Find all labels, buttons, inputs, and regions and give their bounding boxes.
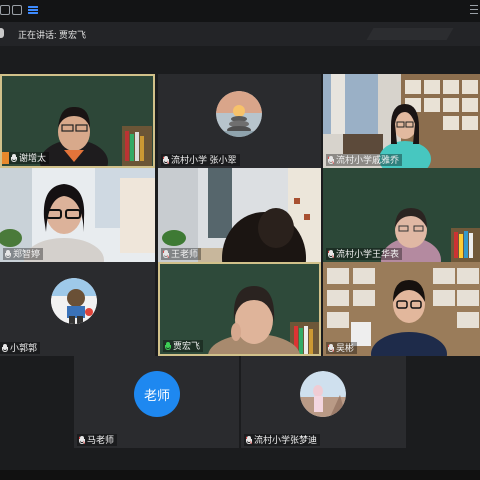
participant-name: 流村小学张梦迪 [254,435,318,445]
mic-on-icon [2,343,8,353]
participant-label: 流村小学张梦迪 [244,434,321,446]
participant-name: 吴彬 [336,343,355,353]
participant-name: 王老师 [171,249,199,259]
participant-name: 马老师 [87,435,115,445]
mic-on-icon [11,153,17,163]
host-flag-icon [2,152,9,164]
participant-name: 流村小学 张小翠 [171,155,237,165]
mic-muted-icon [79,435,85,445]
participant-label: 贾宏飞 [163,340,204,352]
participant-name: 郑智婷 [13,249,41,259]
participant-name: 谢增太 [19,153,47,163]
window-icon[interactable] [0,5,10,15]
video-tile-11[interactable]: 流村小学张梦迪 [241,356,406,448]
participant-label: 小郭郭 [0,342,41,354]
video-tile-6[interactable]: 流村小学王华表 [323,168,480,262]
video-tile-1[interactable]: 谢增太 [0,74,155,168]
video-tile-4[interactable]: 郑智婷 [0,168,155,262]
participant-name: 贾宏飞 [173,341,201,351]
participant-avatar [51,278,97,324]
video-tile-8[interactable]: 贾宏飞 [158,262,321,356]
participant-label: 王老师 [161,248,202,260]
bottom-bar [0,470,480,480]
mic-muted-icon [328,343,334,353]
mic-speaking-icon [165,341,171,351]
participant-avatar [300,371,346,417]
participant-avatar: 老师 [134,371,180,417]
mic-muted-icon [328,155,334,165]
mic-muted-icon [163,155,169,165]
participant-avatar [216,91,262,137]
participant-name: 流村小学戚雅乔 [336,155,400,165]
mic-muted-icon [328,249,334,259]
mic-on-icon [5,249,11,259]
participant-label: 流村小学戚雅乔 [326,154,403,166]
video-tile-5[interactable]: 王老师 [158,168,321,262]
menu-icon[interactable] [470,4,478,14]
gallery-view-icon[interactable] [12,5,22,15]
decorative-shape [366,28,454,40]
participant-name: 小郭郭 [10,343,38,353]
participant-label: 流村小学王华表 [326,248,403,260]
mic-muted-icon [163,249,169,259]
participant-name: 流村小学王华表 [336,249,400,259]
participant-label: 吴彬 [326,342,358,354]
participant-label: 流村小学 张小翠 [161,154,240,166]
video-tile-2[interactable]: 流村小学 张小翠 [158,74,321,168]
video-tile-10[interactable]: 老师 马老师 [74,356,239,448]
participant-label: 谢增太 [2,152,50,164]
video-tile-3[interactable]: 流村小学戚雅乔 [323,74,480,168]
participant-label: 郑智婷 [3,248,44,260]
list-view-icon[interactable] [28,5,38,15]
speaking-text: 正在讲话: 贾宏飞 [18,30,87,40]
speaking-indicator: 正在讲话: 贾宏飞 [0,22,480,46]
window-toolbar [0,0,480,22]
video-tile-7[interactable]: 小郭郭 [0,262,155,356]
video-tile-9[interactable]: 吴彬 [323,262,480,356]
microphone-icon [0,28,4,38]
mic-muted-icon [246,435,252,445]
participant-label: 马老师 [77,434,118,446]
